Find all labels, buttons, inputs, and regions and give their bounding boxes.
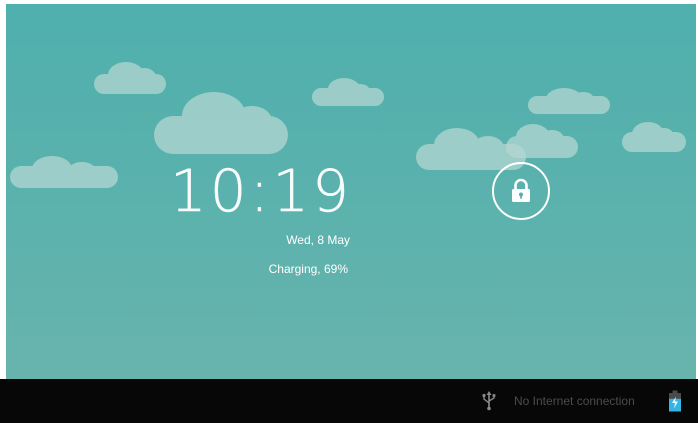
cloud — [528, 88, 610, 114]
cloud — [154, 92, 288, 154]
cloud — [10, 156, 118, 188]
cloud — [312, 78, 384, 106]
network-status-text: No Internet connection — [514, 394, 635, 408]
cloud — [622, 122, 686, 152]
lock-screen: 10:19 Wed, 8 May Charging, 69% No Intern… — [0, 0, 698, 423]
padlock-icon — [512, 178, 530, 202]
unlock-handle[interactable] — [492, 162, 550, 220]
cloud — [94, 62, 166, 94]
system-bar: No Internet connection — [0, 379, 698, 423]
cloud — [506, 124, 578, 158]
lockscreen-clock: 10:19 — [169, 157, 352, 225]
lockscreen-date: Wed, 8 May — [286, 233, 350, 247]
usb-icon — [482, 391, 496, 411]
battery-charging-icon — [669, 390, 681, 412]
charging-status: Charging, 69% — [268, 262, 348, 276]
